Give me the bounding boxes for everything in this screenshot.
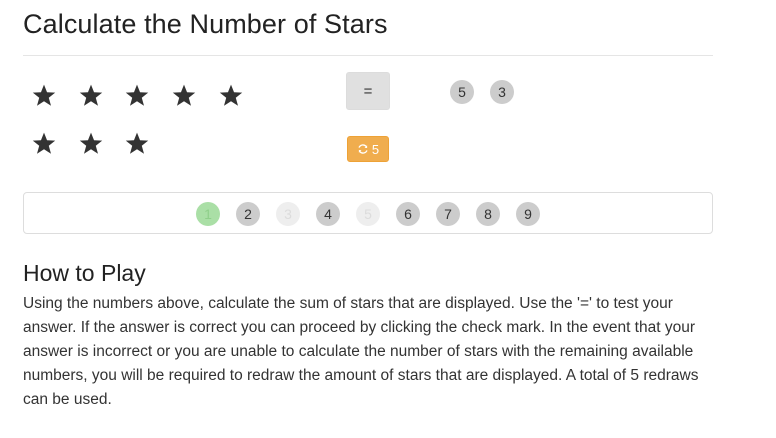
title-divider xyxy=(23,55,713,56)
number-2[interactable]: 2 xyxy=(236,202,260,226)
redraws-remaining: 5 xyxy=(371,141,380,157)
how-to-play-heading: How to Play xyxy=(23,260,146,286)
star-icon xyxy=(77,130,105,158)
number-3: 3 xyxy=(276,202,300,226)
answer-number[interactable]: 5 xyxy=(450,80,474,104)
number-6[interactable]: 6 xyxy=(396,202,420,226)
star-icon xyxy=(30,130,58,158)
star-icon xyxy=(170,82,198,110)
number-4[interactable]: 4 xyxy=(316,202,340,226)
numbers-frame: 123456789 xyxy=(23,192,713,234)
refresh-icon xyxy=(357,143,369,155)
redraw-button[interactable]: 5 xyxy=(347,136,389,162)
equals-label: = xyxy=(363,82,373,100)
number-7[interactable]: 7 xyxy=(436,202,460,226)
number-5: 5 xyxy=(356,202,380,226)
page-title: Calculate the Number of Stars xyxy=(23,9,388,39)
number-9[interactable]: 9 xyxy=(516,202,540,226)
star-icon xyxy=(123,82,151,110)
how-to-play-text: Using the numbers above, calculate the s… xyxy=(23,295,699,408)
answer-number[interactable]: 3 xyxy=(490,80,514,104)
star-icon xyxy=(77,82,105,110)
star-icon xyxy=(123,130,151,158)
star-icon xyxy=(217,82,245,110)
equals-button[interactable]: = xyxy=(346,72,390,110)
star-icon xyxy=(30,82,58,110)
number-1[interactable]: 1 xyxy=(196,202,220,226)
number-8[interactable]: 8 xyxy=(476,202,500,226)
